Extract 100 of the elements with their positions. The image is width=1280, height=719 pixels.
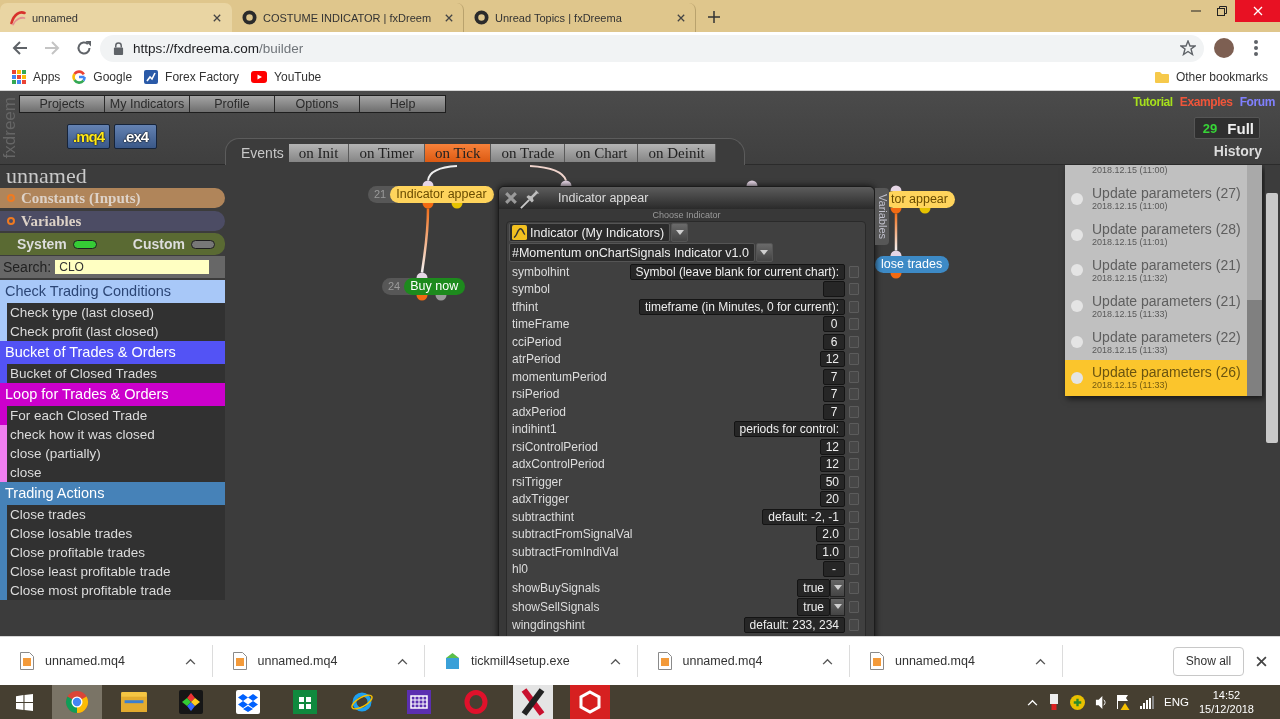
checkbox[interactable] bbox=[849, 335, 859, 348]
bookmark[interactable]: YouTube bbox=[245, 65, 328, 89]
history-item[interactable]: Update parameters (22) 2018.12.15 (11:33) bbox=[1065, 324, 1247, 360]
checkbox[interactable] bbox=[849, 600, 859, 613]
restore-icon[interactable] bbox=[1217, 6, 1227, 16]
history-item[interactable]: Update parameters (28) 2018.12.15 (11:01) bbox=[1065, 216, 1247, 253]
history-label[interactable]: History bbox=[1213, 143, 1262, 159]
download-name[interactable]: tickmill4setup.exe bbox=[471, 654, 570, 668]
export-button[interactable]: .mq4 bbox=[67, 124, 110, 149]
download-name[interactable]: unnamed.mq4 bbox=[257, 654, 338, 668]
history-item[interactable]: Update parameters (27) 2018.12.15 (11:00) bbox=[1065, 181, 1247, 217]
block-item[interactable]: check how it was closed bbox=[0, 425, 225, 444]
chevron-icon[interactable] bbox=[609, 657, 621, 665]
header-link[interactable]: Tutorial bbox=[1132, 95, 1173, 109]
chevron-icon[interactable] bbox=[1034, 657, 1046, 665]
checkbox[interactable] bbox=[849, 475, 859, 488]
checkbox[interactable] bbox=[849, 283, 859, 296]
input-field[interactable]: default: -2, -1 bbox=[762, 508, 845, 525]
checkbox[interactable] bbox=[849, 493, 859, 506]
plus-badge-icon[interactable] bbox=[1070, 694, 1085, 710]
speaker-icon[interactable] bbox=[1095, 694, 1106, 710]
block-item[interactable]: Close trades bbox=[0, 505, 225, 524]
checkbox[interactable] bbox=[849, 405, 859, 418]
dropdown[interactable]: true bbox=[797, 597, 830, 616]
history-item[interactable]: Update parameters (21) 2018.12.15 (11:33) bbox=[1065, 288, 1247, 325]
close-icon[interactable] bbox=[213, 13, 221, 22]
bookmark-folder[interactable]: Other bookmarks bbox=[1148, 65, 1274, 89]
checkbox[interactable] bbox=[849, 265, 859, 278]
close-icon[interactable] bbox=[445, 13, 453, 22]
input-field[interactable]: 12 bbox=[819, 438, 845, 455]
checkbox[interactable] bbox=[849, 510, 859, 523]
download-name[interactable]: unnamed.mq4 bbox=[895, 654, 975, 668]
input-field[interactable]: 0 bbox=[823, 316, 845, 333]
close-icon[interactable] bbox=[505, 192, 517, 204]
avatar[interactable] bbox=[1214, 38, 1234, 58]
mode-button[interactable]: Full bbox=[1227, 119, 1254, 137]
side-tab[interactable]: Variables bbox=[875, 188, 889, 245]
event-tab[interactable]: on Deinit bbox=[638, 143, 716, 162]
menu-item[interactable]: Profile bbox=[190, 96, 275, 112]
clock-date[interactable]: 15/12/2018 bbox=[1198, 702, 1254, 716]
dropdown-button[interactable] bbox=[755, 243, 773, 262]
flag-icon[interactable] bbox=[1116, 694, 1130, 710]
category-header[interactable]: Trading Actions bbox=[0, 482, 225, 505]
checkbox[interactable] bbox=[849, 545, 859, 558]
block-item[interactable]: For each Closed Trade bbox=[0, 406, 225, 425]
menu-icon[interactable] bbox=[1254, 40, 1258, 56]
close-icon[interactable] bbox=[1256, 655, 1267, 667]
menu-item[interactable]: Options bbox=[275, 96, 360, 112]
block-item[interactable]: close (partially) bbox=[0, 444, 225, 463]
input-field[interactable]: 50 bbox=[819, 473, 845, 490]
section-header[interactable]: Variables bbox=[0, 211, 225, 231]
event-tab[interactable]: on Trade bbox=[491, 143, 566, 162]
event-tab[interactable]: on Chart bbox=[565, 143, 639, 162]
checkbox[interactable] bbox=[849, 563, 859, 576]
block-item[interactable]: Check type (last closed) bbox=[0, 303, 225, 322]
download-name[interactable]: unnamed.mq4 bbox=[682, 654, 763, 668]
input-field[interactable]: 20 bbox=[819, 491, 845, 508]
input-field[interactable]: 7 bbox=[823, 368, 845, 385]
clock-time[interactable]: 14:52 bbox=[1212, 688, 1241, 702]
address-field[interactable]: https://fxdreema.com/builder bbox=[100, 34, 1204, 62]
chevron-icon[interactable] bbox=[397, 657, 408, 665]
chevron-icon[interactable] bbox=[822, 657, 833, 665]
star-icon[interactable] bbox=[1180, 40, 1196, 56]
input-field[interactable]: Symbol (leave blank for current chart): bbox=[629, 263, 845, 280]
input-field[interactable]: 12 bbox=[819, 456, 845, 473]
toggle[interactable]: Custom bbox=[132, 236, 215, 252]
checkbox[interactable] bbox=[849, 318, 859, 331]
show-all-button[interactable]: Show all bbox=[1173, 646, 1244, 676]
input-field[interactable]: 12 bbox=[819, 351, 845, 368]
block-node[interactable]: Indicator appear bbox=[390, 186, 494, 203]
plug-icon[interactable] bbox=[1048, 694, 1060, 710]
toggle[interactable]: System bbox=[17, 236, 97, 252]
block-item[interactable]: Close profitable trades bbox=[0, 543, 225, 562]
history-item[interactable]: Update parameters (26) 2018.12.15 (11:33) bbox=[1065, 360, 1247, 396]
search-field[interactable]: CLO bbox=[55, 260, 210, 274]
input-field[interactable]: 7 bbox=[823, 403, 845, 420]
checkbox[interactable] bbox=[849, 300, 859, 313]
input-field[interactable]: periods for control: bbox=[733, 421, 845, 438]
block-item[interactable]: Check profit (last closed) bbox=[0, 322, 225, 341]
event-tab[interactable]: on Init bbox=[288, 143, 350, 162]
checkbox[interactable] bbox=[849, 370, 859, 383]
event-tab[interactable]: on Timer bbox=[349, 143, 425, 162]
scrollbar-thumb[interactable] bbox=[1266, 193, 1278, 443]
language-indicator[interactable]: ENG bbox=[1164, 696, 1189, 708]
category-header[interactable]: Check Trading Conditions bbox=[0, 280, 225, 303]
checkbox[interactable] bbox=[849, 353, 859, 366]
input-field[interactable]: 6 bbox=[823, 333, 845, 350]
category-header[interactable]: Bucket of Trades & Orders bbox=[0, 341, 225, 364]
dropdown[interactable]: true bbox=[797, 578, 830, 597]
event-tab[interactable]: on Tick bbox=[425, 143, 492, 162]
input-field[interactable]: default: 233, 234 bbox=[743, 616, 845, 633]
history-item[interactable]: 2018.12.15 (11:00) bbox=[1065, 165, 1247, 181]
chevron-icon[interactable] bbox=[184, 657, 196, 665]
block-item[interactable]: Bucket of Closed Trades bbox=[0, 364, 225, 383]
menu-item[interactable]: Help bbox=[360, 96, 445, 112]
block-item[interactable]: Close least profitable trade bbox=[0, 562, 225, 581]
dropdown-button[interactable] bbox=[830, 578, 845, 597]
dropdown-button[interactable] bbox=[671, 223, 689, 242]
checkbox[interactable] bbox=[849, 528, 859, 541]
bookmark[interactable]: Forex Factory bbox=[138, 65, 246, 89]
